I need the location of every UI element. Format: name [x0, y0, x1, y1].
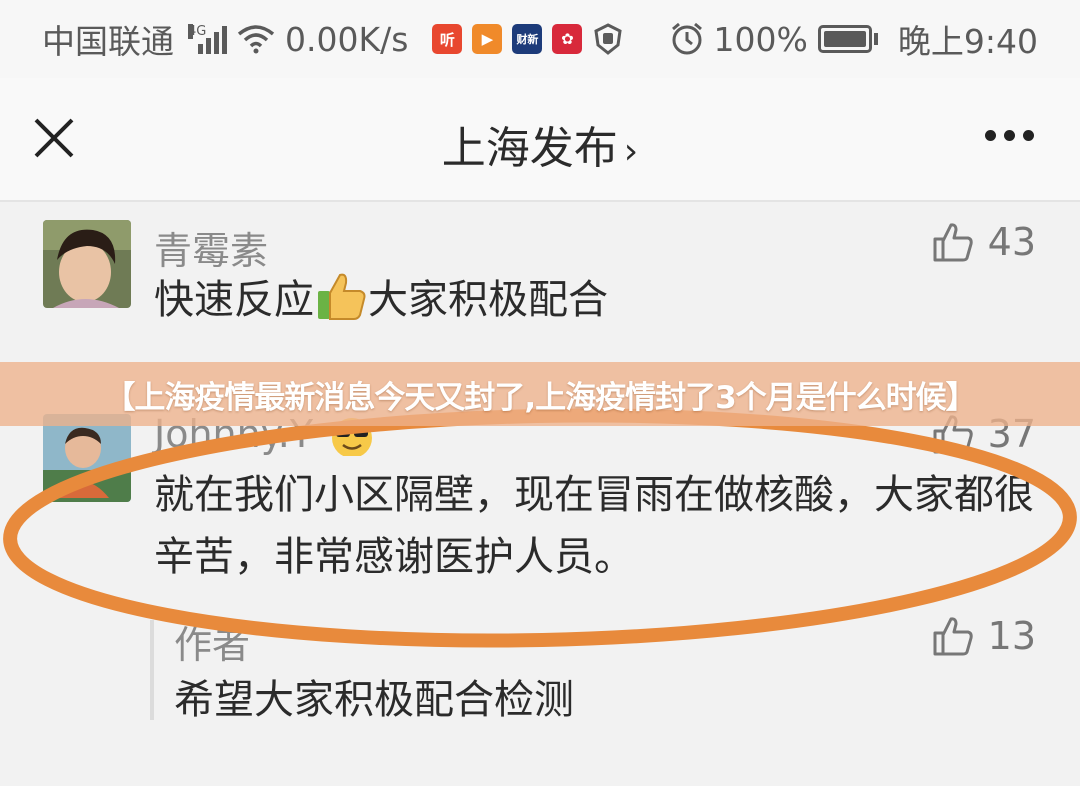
more-options-icon[interactable]	[985, 130, 1034, 141]
flower-app-icon: ✿	[552, 24, 583, 54]
reply-username[interactable]: 作者	[174, 614, 250, 669]
clock: 晚上9:40	[897, 22, 1038, 61]
comment-text-part: 快速反应	[154, 277, 314, 323]
thumbs-up-icon	[933, 617, 973, 656]
thumbs-up-icon	[933, 223, 973, 262]
alarm-icon	[671, 22, 702, 55]
chevron-right-icon: ›	[623, 131, 639, 172]
status-bar: 中国联通 4G 0.00K/s 听 ▶ 财新 ✿ 100% 晚上9:40	[0, 0, 1080, 78]
comment-text-part: 大家积极配合	[368, 277, 608, 323]
like-button[interactable]: 43	[932, 220, 1036, 264]
video-app-icon: ▶	[472, 24, 503, 54]
wifi-icon	[237, 25, 275, 54]
reply-text: 希望大家积极配合检测	[174, 677, 574, 723]
reply-indicator	[150, 620, 154, 720]
caixin-app-icon: 财新	[512, 24, 543, 54]
network-speed: 0.00K/s	[285, 19, 409, 59]
battery-percent: 100%	[713, 19, 808, 59]
title-bar: 上海发布 ›	[0, 78, 1080, 202]
like-count: 43	[987, 220, 1036, 264]
comment-username[interactable]: 青霉素	[154, 220, 268, 275]
avatar[interactable]	[43, 414, 131, 502]
comment-text: 快速反应 大家积极配合	[154, 270, 1014, 330]
network-type: 4G	[188, 24, 207, 39]
shield-hand-icon	[594, 23, 623, 55]
avatar[interactable]	[43, 220, 131, 308]
like-count: 13	[987, 614, 1036, 658]
page-title[interactable]: 上海发布 ›	[0, 112, 1080, 176]
like-button[interactable]: 13	[932, 614, 1036, 658]
comment-text: 就在我们小区隔壁，现在冒雨在做核酸，大家都很辛苦，非常感谢医护人员。	[154, 472, 1034, 580]
headline-text: 【上海疫情最新消息今天又封了,上海疫情封了3个月是什么时候】	[104, 379, 976, 416]
headline-banner: 【上海疫情最新消息今天又封了,上海疫情封了3个月是什么时候】	[0, 362, 1080, 426]
battery-icon	[817, 25, 878, 53]
thumbs-up-emoji-icon	[318, 273, 366, 320]
ting-app-icon: 听	[432, 24, 463, 54]
page-title-text: 上海发布	[441, 123, 618, 174]
carrier-label: 中国联通	[42, 22, 174, 61]
signal-icon: 4G	[188, 24, 227, 54]
